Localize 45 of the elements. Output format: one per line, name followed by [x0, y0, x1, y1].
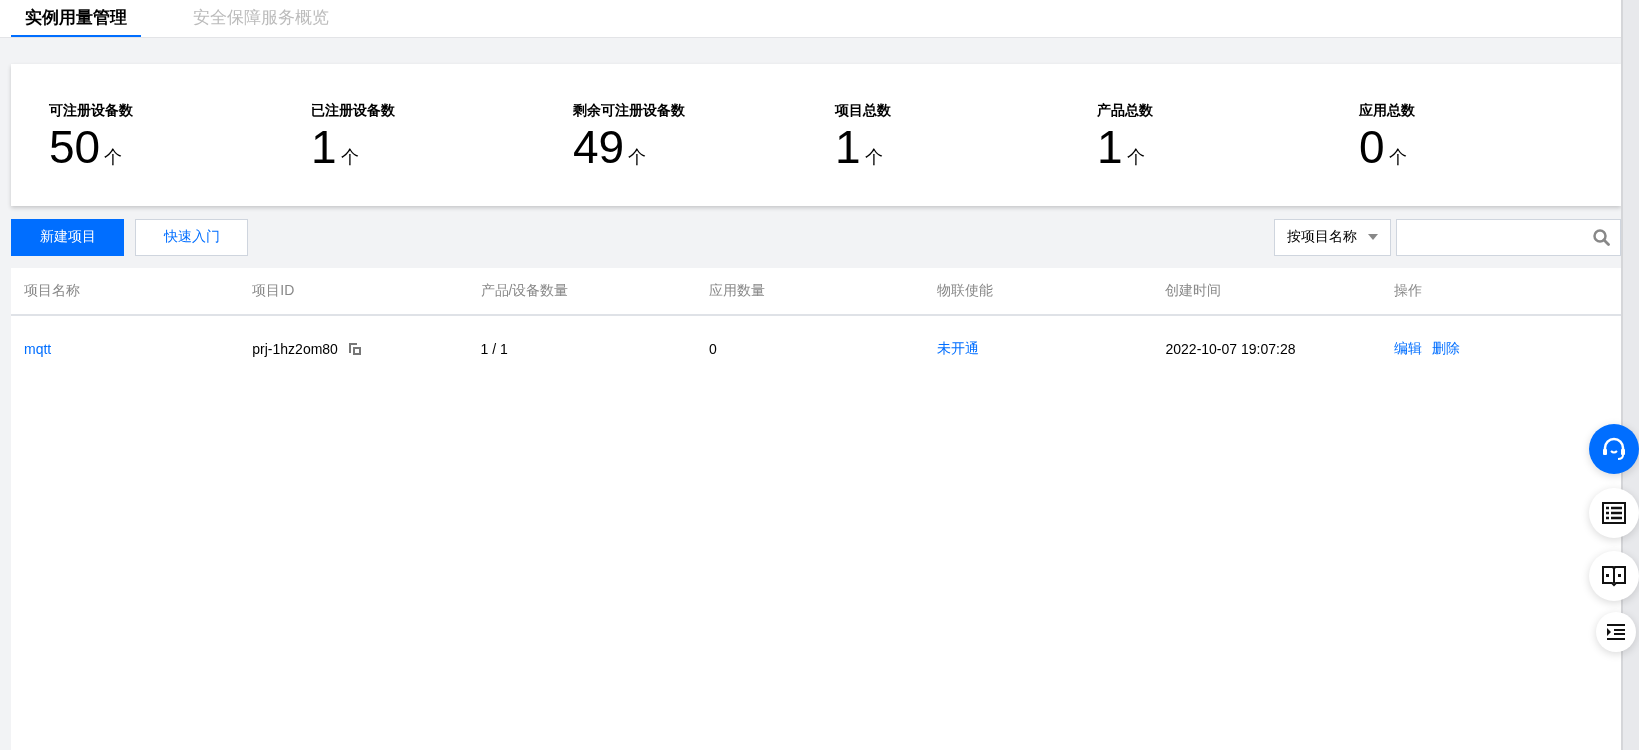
stat-value: 1: [311, 124, 337, 170]
filter-dropdown[interactable]: 按项目名称: [1274, 218, 1391, 256]
stat-unit: 个: [340, 146, 359, 169]
stat-label: 项目总数: [835, 102, 892, 120]
column-header: 创建时间: [1164, 282, 1223, 300]
column-header: 产品/设备数量: [479, 282, 570, 300]
stat-value: 1: [1097, 124, 1123, 170]
stat-value: 50: [49, 124, 101, 170]
stat-label: 已注册设备数: [311, 102, 396, 120]
stat-value: 1: [835, 124, 861, 170]
action-link[interactable]: 删除: [1431, 340, 1460, 358]
stat-value: 0: [1359, 124, 1385, 170]
stat-unit: 个: [628, 146, 647, 169]
book-icon: [1602, 565, 1626, 587]
table-link[interactable]: mqtt: [24, 341, 52, 357]
table-link[interactable]: 未开通: [937, 340, 980, 358]
column-header: 操作: [1392, 282, 1423, 300]
caret-icon: [1368, 234, 1378, 240]
stat-unit: 个: [104, 146, 123, 169]
column-header: 项目名称: [23, 282, 81, 300]
table-cell: prj-1hz2om80: [252, 341, 338, 357]
stat-label: 产品总数: [1097, 102, 1154, 120]
list-icon: [1602, 502, 1626, 524]
search-field[interactable]: [1396, 218, 1621, 256]
table-cell: 1 / 1: [480, 341, 508, 357]
headset-icon: [1601, 436, 1627, 462]
search-icon[interactable]: [1593, 228, 1610, 246]
column-header: 应用数量: [707, 282, 766, 300]
tab[interactable]: 实例用量管理: [11, 0, 141, 37]
stat-label: 应用总数: [1359, 102, 1416, 120]
stat-unit: 个: [1126, 146, 1145, 169]
new-project-button[interactable]: 新建项目: [11, 218, 124, 256]
column-header: 物联使能: [936, 282, 995, 300]
stat-value: 49: [573, 124, 625, 170]
stat-label: 剩余可注册设备数: [573, 102, 686, 120]
column-header: 项目ID: [251, 282, 296, 300]
stat-label: 可注册设备数: [49, 102, 134, 120]
indent-icon: [1607, 624, 1625, 640]
stat-unit: 个: [1388, 146, 1407, 169]
stat-unit: 个: [864, 146, 883, 169]
quick-start-button[interactable]: 快速入门: [135, 218, 248, 256]
table-cell: 0: [708, 341, 717, 357]
action-link[interactable]: 编辑: [1393, 340, 1422, 358]
copy-icon[interactable]: [347, 342, 362, 356]
table-cell: 2022-10-07 19:07:28: [1165, 341, 1296, 357]
